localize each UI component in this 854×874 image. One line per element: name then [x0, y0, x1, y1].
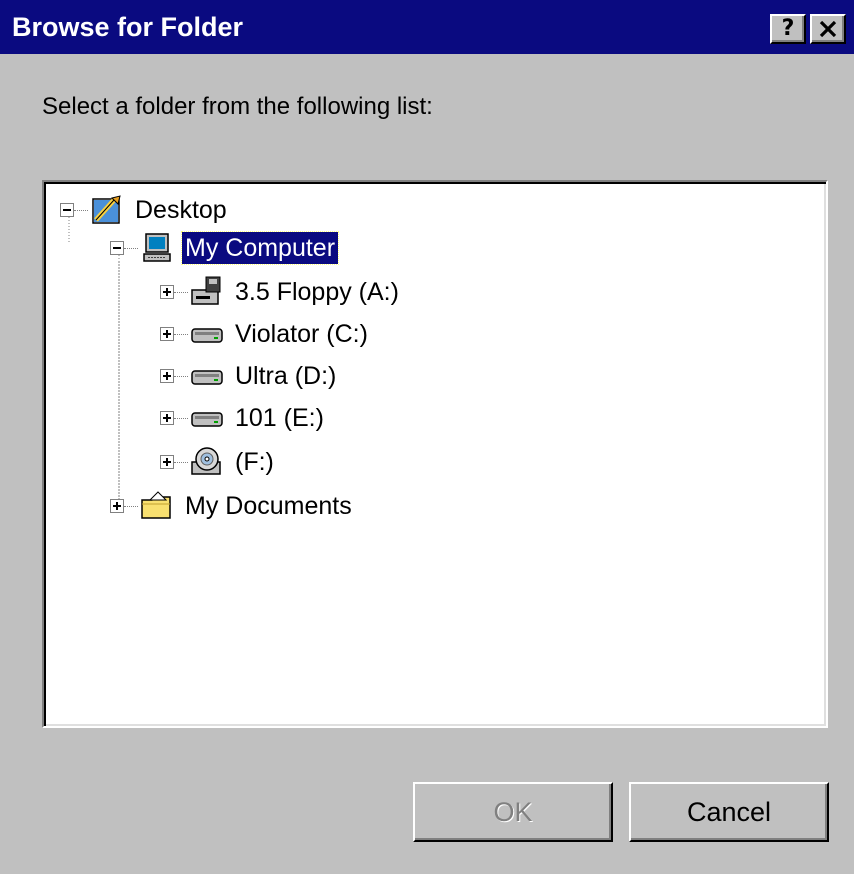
tree-item-label: 3.5 Floppy (A:) [235, 278, 399, 306]
tree-connector [174, 375, 188, 377]
desktop-icon [90, 194, 124, 226]
tree-item-label: Violator (C:) [235, 320, 368, 348]
tree-connector [124, 247, 138, 249]
tree-item-drive-f[interactable]: (F:) [160, 444, 277, 480]
folder-icon [140, 490, 174, 522]
tree-item-drive-e[interactable]: 101 (E:) [160, 400, 327, 436]
folder-tree[interactable]: Desktop My Computer 3.5 Floppy (A:) Viol… [42, 180, 828, 728]
computer-icon [140, 232, 174, 264]
expand-icon[interactable] [160, 285, 174, 299]
tree-connector [174, 291, 188, 293]
tree-item-label: My Computer [180, 231, 340, 265]
tree-connector [174, 461, 188, 463]
hard-drive-icon [190, 402, 224, 434]
tree-item-label: 101 (E:) [235, 404, 324, 432]
browse-for-folder-dialog: Browse for Folder ? Select a folder from… [0, 0, 854, 874]
tree-item-floppy-a[interactable]: 3.5 Floppy (A:) [160, 274, 402, 310]
title-bar[interactable]: Browse for Folder ? [0, 0, 854, 54]
ok-button[interactable]: OK [413, 782, 613, 842]
close-button[interactable] [810, 14, 846, 44]
hard-drive-icon [190, 360, 224, 392]
cancel-button[interactable]: Cancel [629, 782, 829, 842]
tree-item-label: My Documents [185, 492, 352, 520]
tree-item-label: Desktop [135, 196, 227, 224]
collapse-icon[interactable] [110, 241, 124, 255]
tree-connector [74, 209, 88, 211]
tree-connector [174, 333, 188, 335]
tree-item-my-computer[interactable]: My Computer [110, 230, 340, 266]
window-title: Browse for Folder [12, 12, 244, 42]
cd-drive-icon [190, 446, 224, 478]
collapse-icon[interactable] [60, 203, 74, 217]
instruction-label: Select a folder from the following list: [42, 93, 433, 120]
close-icon [819, 21, 837, 37]
help-button[interactable]: ? [770, 14, 806, 44]
expand-icon[interactable] [160, 411, 174, 425]
tree-item-label: Ultra (D:) [235, 362, 337, 390]
tree-item-drive-c[interactable]: Violator (C:) [160, 316, 371, 352]
expand-icon[interactable] [110, 499, 124, 513]
tree-connector [124, 505, 138, 507]
tree-item-label: (F:) [235, 448, 274, 476]
tree-item-my-documents[interactable]: My Documents [110, 488, 355, 524]
hard-drive-icon [190, 318, 224, 350]
floppy-drive-icon [190, 276, 224, 308]
tree-item-desktop[interactable]: Desktop [60, 192, 230, 228]
tree-connector [174, 417, 188, 419]
expand-icon[interactable] [160, 369, 174, 383]
tree-item-drive-d[interactable]: Ultra (D:) [160, 358, 339, 394]
expand-icon[interactable] [160, 327, 174, 341]
expand-icon[interactable] [160, 455, 174, 469]
